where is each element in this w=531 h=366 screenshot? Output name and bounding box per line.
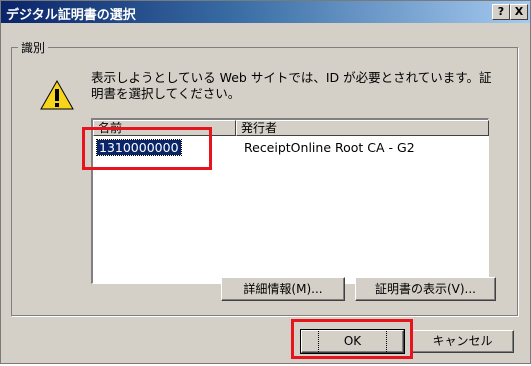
highlight-box-ok (291, 319, 413, 359)
details-button[interactable]: 詳細情報(M)... (221, 277, 345, 301)
title-bar[interactable]: デジタル証明書の選択 ? X (1, 1, 530, 23)
certificate-issuer[interactable]: ReceiptOnline Root CA - G2 (244, 140, 415, 155)
help-button[interactable]: ? (492, 4, 510, 20)
group-label: 識別 (18, 39, 49, 56)
warning-icon (40, 80, 74, 110)
view-certificate-button[interactable]: 証明書の表示(V)... (355, 277, 496, 301)
message-text: 表示しようとしている Web サイトでは、ID が必要とされています。証明書を選… (91, 70, 492, 101)
window-title: デジタル証明書の選択 (6, 8, 136, 23)
close-button[interactable]: X (510, 4, 528, 20)
cancel-button[interactable]: キャンセル (411, 330, 514, 353)
highlight-box-certificate (82, 127, 212, 170)
column-header-issuer[interactable]: 発行者 (236, 120, 489, 136)
